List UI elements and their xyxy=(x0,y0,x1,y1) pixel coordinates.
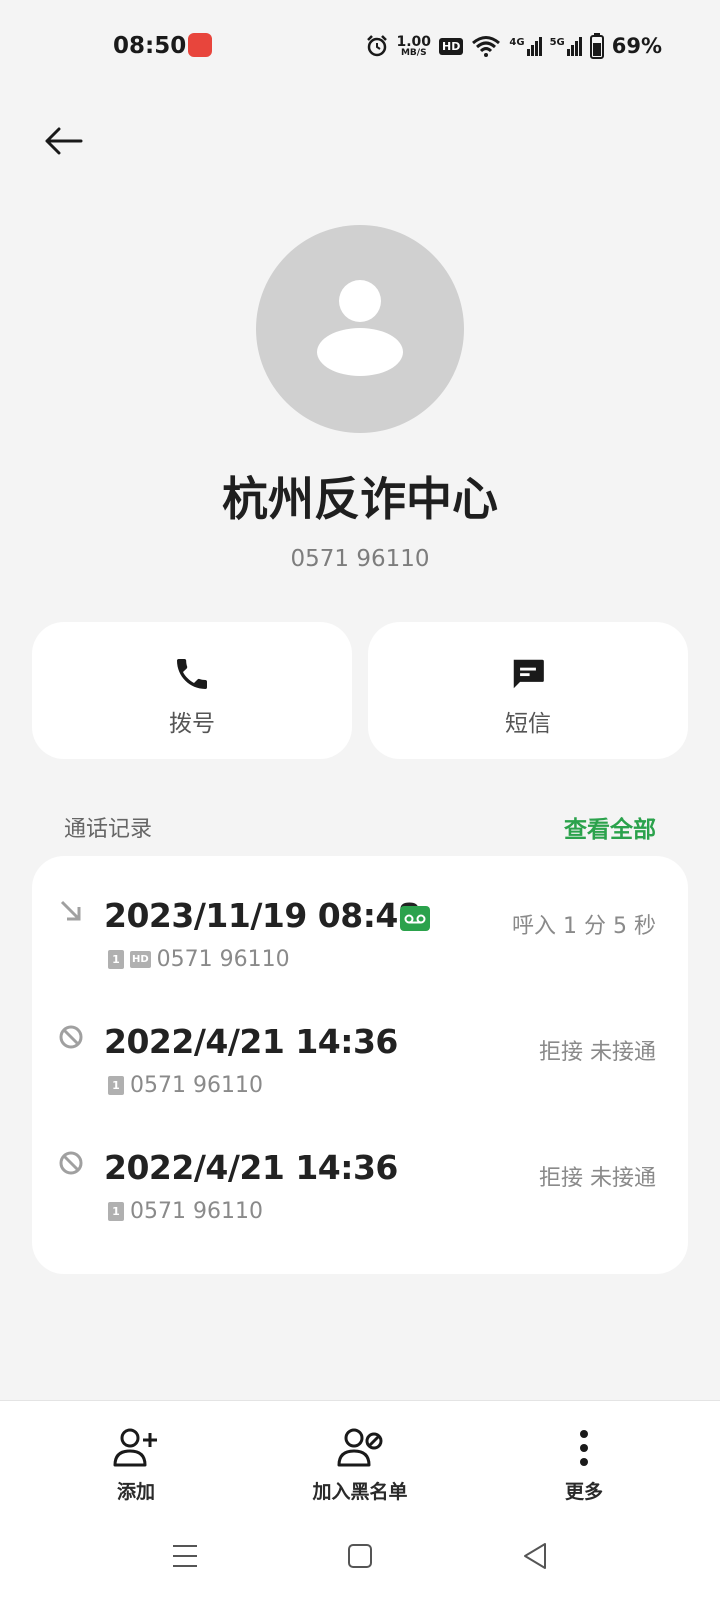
call-number: 0571 96110 xyxy=(156,947,290,972)
call-sub-info: 1 0571 96110 xyxy=(108,1073,263,1098)
menu-icon xyxy=(173,1545,197,1567)
call-sub-info: 1 0571 96110 xyxy=(108,1199,263,1224)
network-speed: 1.00 MB/S xyxy=(397,35,432,58)
call-datetime: 2022/4/21 14:36 xyxy=(104,1148,398,1187)
back-arrow-icon xyxy=(45,127,83,155)
more-label: 更多 xyxy=(564,1481,603,1503)
message-icon xyxy=(513,659,544,689)
alarm-icon xyxy=(366,35,387,57)
recents-button[interactable] xyxy=(160,1531,210,1581)
more-vertical-icon xyxy=(580,1430,588,1466)
contact-name: 杭州反诈中心 xyxy=(222,472,498,526)
call-label: 拨号 xyxy=(169,711,215,737)
call-datetime: 2023/11/19 08:48 xyxy=(104,896,421,935)
call-status: 拒接 未接通 xyxy=(539,1166,656,1191)
battery-percent: 69% xyxy=(611,34,662,58)
system-nav-bar xyxy=(0,1531,720,1581)
call-log-title: 通话记录 xyxy=(64,817,153,842)
block-contact-button[interactable]: 加入黑名单 xyxy=(290,1425,430,1504)
speed-unit: MB/S xyxy=(400,47,427,58)
wifi-icon xyxy=(472,36,501,57)
blocked-call-icon xyxy=(59,1025,83,1049)
signal-icon: 4G xyxy=(509,36,542,56)
battery-icon xyxy=(589,33,604,59)
status-bar: 08:50 1.00 MB/S HD 4G 5G 69% xyxy=(0,0,720,92)
add-label: 添加 xyxy=(116,1481,155,1503)
call-sub-info: 1 HD 0571 96110 xyxy=(108,947,290,972)
call-log-item[interactable]: 2022/4/21 14:36 1 0571 96110 拒接 未接通 xyxy=(32,1108,688,1236)
phone-icon xyxy=(177,659,207,689)
back-nav-button[interactable] xyxy=(510,1531,560,1581)
call-datetime: 2022/4/21 14:36 xyxy=(104,1022,398,1061)
hd-icon: HD xyxy=(439,37,464,55)
block-label: 加入黑名单 xyxy=(312,1481,408,1503)
call-log-item[interactable]: 2022/4/21 14:36 1 0571 96110 拒接 未接通 xyxy=(32,982,688,1110)
add-person-icon xyxy=(113,1428,157,1467)
hd-call-icon: HD xyxy=(130,951,151,968)
home-button[interactable] xyxy=(335,1531,385,1581)
sim-icon: 1 xyxy=(108,950,124,969)
avatar[interactable] xyxy=(256,225,464,433)
speed-value: 1.00 xyxy=(396,33,432,50)
sim-icon: 1 xyxy=(108,1076,124,1095)
signal-icon-2: 5G xyxy=(549,36,582,56)
net-type-1: 4G xyxy=(509,36,525,48)
call-log-item[interactable]: 2023/11/19 08:48 1 HD 0571 96110 呼入 1 分 … xyxy=(32,856,688,984)
net-type-2: 5G xyxy=(549,36,565,48)
block-person-icon xyxy=(337,1428,383,1467)
bottom-action-bar: 添加 加入黑名单 更多 xyxy=(0,1400,720,1600)
app-notification-icon xyxy=(188,33,212,57)
sim-icon: 1 xyxy=(108,1202,124,1221)
status-icons: 1.00 MB/S HD 4G 5G 69% xyxy=(365,31,662,61)
recording-icon[interactable] xyxy=(400,906,430,931)
triangle-back-icon xyxy=(524,1543,546,1569)
incoming-call-icon xyxy=(60,900,81,921)
more-button[interactable]: 更多 xyxy=(544,1425,624,1504)
call-status: 呼入 1 分 5 秒 xyxy=(512,914,656,939)
back-button[interactable] xyxy=(40,118,86,164)
call-number: 0571 96110 xyxy=(130,1073,263,1098)
call-button[interactable]: 拨号 xyxy=(32,622,352,759)
view-all-link[interactable]: 查看全部 xyxy=(564,810,656,844)
add-contact-button[interactable]: 添加 xyxy=(96,1425,176,1504)
call-status: 拒接 未接通 xyxy=(539,1040,656,1065)
sms-button[interactable]: 短信 xyxy=(368,622,688,759)
status-time: 08:50 xyxy=(113,33,187,59)
sms-label: 短信 xyxy=(505,711,551,737)
call-log-list: 2023/11/19 08:48 1 HD 0571 96110 呼入 1 分 … xyxy=(32,856,688,1274)
contact-number: 0571 96110 xyxy=(290,546,430,572)
square-icon xyxy=(348,1544,372,1568)
person-silhouette-icon xyxy=(317,280,403,376)
call-number: 0571 96110 xyxy=(130,1199,263,1224)
blocked-call-icon xyxy=(59,1151,83,1175)
contact-detail-screen: 08:50 1.00 MB/S HD 4G 5G 69% 杭州反诈中心 0571… xyxy=(0,0,720,1600)
